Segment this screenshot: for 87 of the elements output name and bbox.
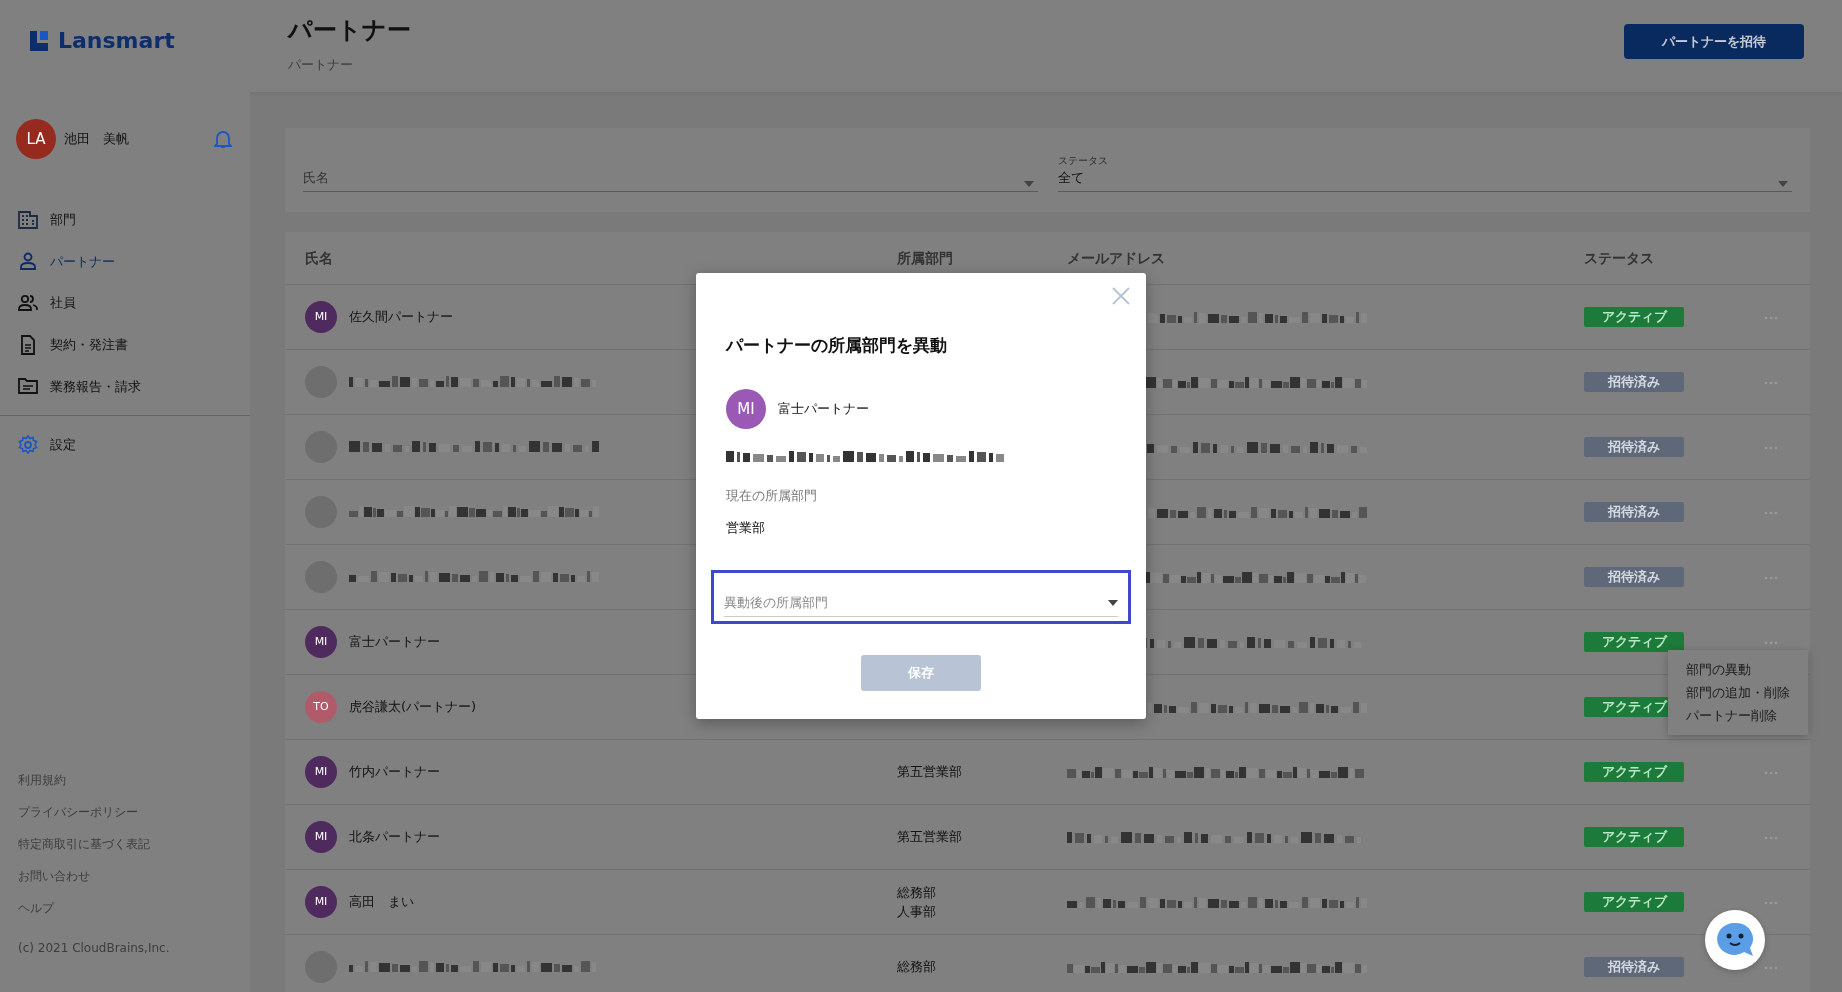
field-value: 営業部 — [726, 518, 766, 537]
nav-item[interactable]: 社員 — [0, 282, 250, 324]
modal-title: パートナーの所属部門を異動 — [726, 334, 948, 358]
document-icon — [18, 334, 38, 355]
more-icon[interactable] — [1764, 315, 1778, 320]
field-label: ステータス — [1057, 153, 1108, 168]
status-badge: アクティブ — [1584, 762, 1684, 782]
nav-item[interactable]: 契約・発注書 — [0, 323, 250, 366]
people-icon — [18, 293, 38, 312]
more-icon[interactable] — [1764, 835, 1778, 840]
logo-icon — [28, 29, 50, 52]
footer-link[interactable]: 利用規約 — [0, 764, 250, 796]
status-badge: 招待済み — [1584, 502, 1684, 522]
status-badge: 招待済み — [1584, 567, 1684, 587]
status-badge: 招待済み — [1584, 437, 1684, 457]
invite-button[interactable]: パートナーを招待 — [1624, 24, 1804, 59]
partner-name: 富士パートナー — [778, 400, 869, 418]
column-header: 所属部門 — [897, 249, 953, 266]
partner-name: 虎谷謙太(パートナー) — [349, 698, 477, 717]
department-text: 第五営業部 — [897, 763, 963, 782]
status-badge: アクティブ — [1584, 307, 1684, 327]
avatar: MI — [305, 626, 337, 658]
nav-item[interactable]: 部門 — [0, 199, 250, 241]
department-text: 総務部 — [897, 883, 937, 902]
nav-item[interactable]: 業務報告・請求 — [0, 365, 250, 407]
more-icon[interactable] — [1764, 965, 1778, 970]
more-icon[interactable] — [1764, 380, 1778, 385]
caret-icon — [1778, 181, 1788, 187]
avatar: MI — [305, 821, 337, 853]
department-text: 人事部 — [897, 903, 937, 921]
avatar: MI — [726, 388, 766, 429]
copyright-text: (c) 2021 CloudBrains,Inc. — [17, 940, 171, 957]
person-icon — [18, 252, 38, 271]
caret-icon — [1023, 181, 1034, 187]
partner-name: 富士パートナー — [349, 633, 440, 652]
partner-name: 竹内パートナー — [349, 763, 440, 782]
menu-item[interactable]: 部門の異動 — [1686, 658, 1790, 682]
field-placeholder: 氏名 — [303, 168, 329, 187]
more-icon[interactable] — [1764, 510, 1778, 515]
bell-icon[interactable] — [214, 129, 232, 149]
select-field[interactable]: ステータス 全て — [1057, 148, 1792, 192]
footer-link[interactable]: ヘルプ — [0, 892, 250, 924]
folder-icon — [18, 377, 38, 396]
partner-name: 高田 まい — [349, 893, 414, 912]
nav-item[interactable]: 設定 — [0, 424, 250, 466]
caret-icon — [1108, 600, 1118, 606]
more-icon[interactable] — [1764, 575, 1778, 580]
menu-item[interactable]: 部門の追加・削除 — [1686, 681, 1790, 705]
select-field[interactable]: 異動後の所属部門 — [714, 573, 1128, 621]
status-badge: 招待済み — [1584, 372, 1684, 392]
column-header: ステータス — [1584, 249, 1654, 266]
field-placeholder: 異動後の所属部門 — [724, 594, 828, 613]
logo-text: Lansmart — [58, 27, 175, 55]
partner-name: 北条パートナー — [349, 828, 440, 847]
footer-link[interactable]: 特定商取引に基づく表記 — [0, 828, 250, 860]
chat-bot-icon — [1714, 921, 1756, 959]
user-name: 池田 美帆 — [64, 130, 130, 149]
more-icon[interactable] — [1764, 770, 1778, 775]
status-badge: アクティブ — [1584, 632, 1684, 652]
page-title: パートナー — [288, 16, 411, 45]
menu-item[interactable]: パートナー削除 — [1686, 704, 1790, 728]
user-avatar: LA — [16, 119, 56, 159]
footer-link[interactable]: プライバシーポリシー — [0, 796, 250, 828]
column-header: メールアドレス — [1067, 249, 1165, 266]
status-badge: 招待済み — [1584, 957, 1684, 977]
field-label: 現在の所属部門 — [726, 487, 818, 506]
partner-name: 佐久間パートナー — [349, 308, 453, 327]
nav-item[interactable]: パートナー — [0, 240, 250, 282]
avatar: MI — [305, 886, 337, 918]
avatar: MI — [305, 756, 337, 788]
status-badge: アクティブ — [1584, 827, 1684, 847]
department-text: 総務部 — [897, 958, 937, 977]
avatar: MI — [305, 301, 337, 333]
settings-icon — [18, 435, 38, 455]
more-icon[interactable] — [1764, 900, 1778, 905]
close-button[interactable] — [1112, 285, 1130, 305]
more-icon[interactable] — [1764, 445, 1778, 450]
field-value: 全て — [1057, 168, 1085, 187]
department-text: 第五営業部 — [897, 828, 963, 847]
close-icon — [1112, 286, 1130, 305]
building-icon — [18, 210, 38, 229]
column-header: 氏名 — [305, 248, 333, 268]
select-field[interactable]: 氏名 — [303, 163, 1038, 192]
more-icon[interactable] — [1764, 640, 1778, 645]
avatar: TO — [305, 691, 337, 723]
footer-link[interactable]: お問い合わせ — [0, 860, 250, 892]
status-badge: アクティブ — [1584, 892, 1684, 912]
